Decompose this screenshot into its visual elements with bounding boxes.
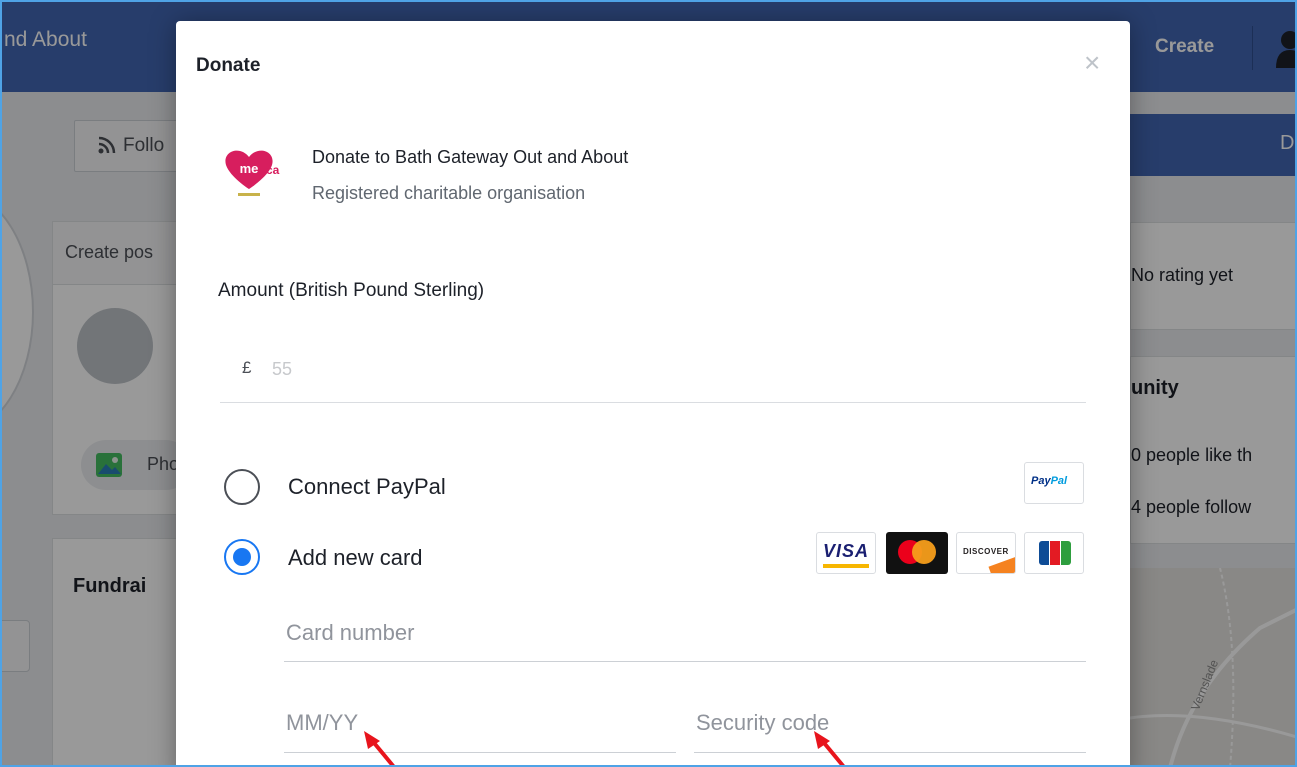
screenshot-frame: nd About Create Follo Create pos Pho Fun… xyxy=(0,0,1297,767)
screenshot-border xyxy=(0,0,1297,767)
